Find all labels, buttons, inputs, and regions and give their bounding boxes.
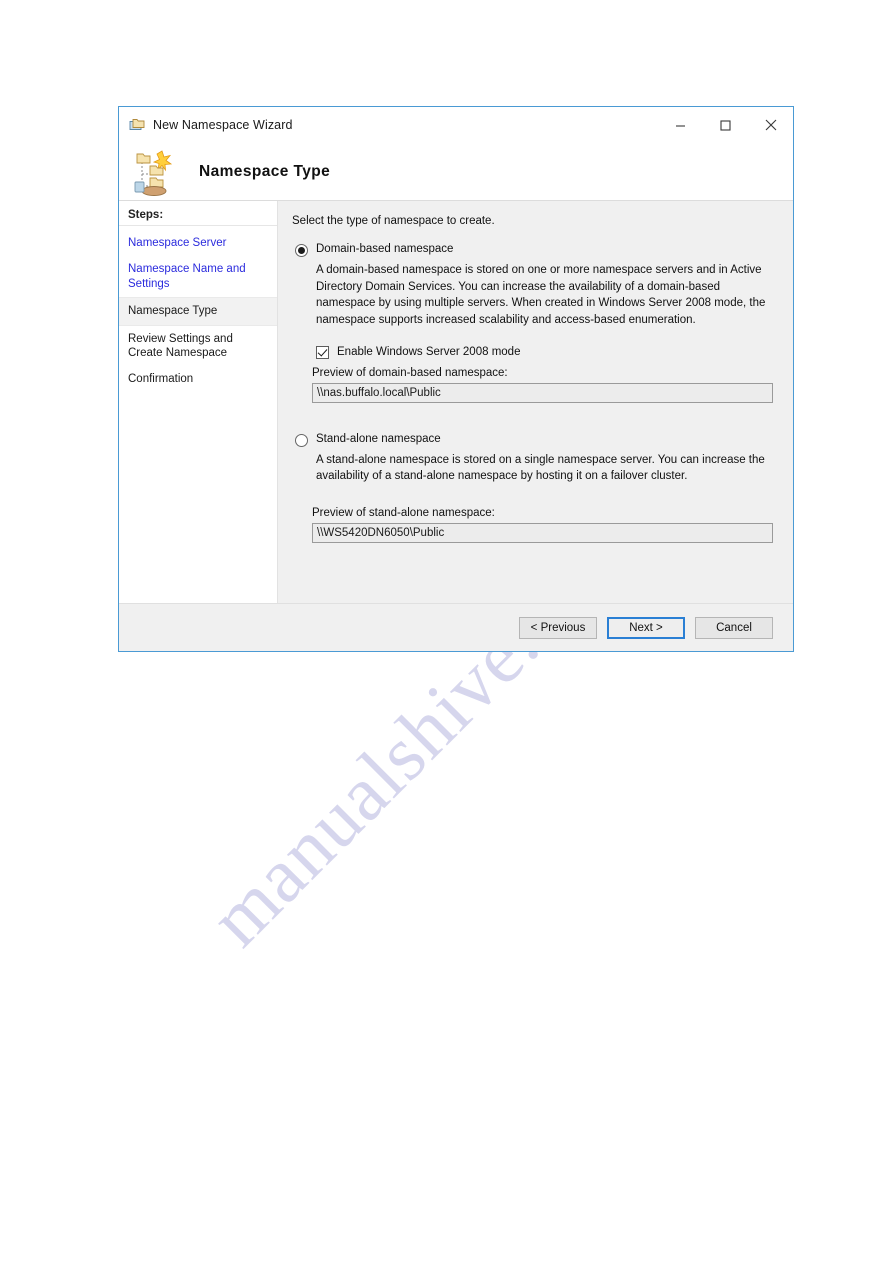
cancel-button[interactable]: Cancel: [695, 616, 773, 639]
steps-heading: Steps:: [119, 207, 277, 226]
close-icon[interactable]: [748, 107, 793, 143]
enable-2008-mode-label: Enable Windows Server 2008 mode: [337, 346, 521, 359]
wizard-header: Namespace Type: [119, 143, 793, 201]
new-namespace-wizard-window: New Namespace Wizard Namespace Type Step…: [118, 106, 794, 652]
sidebar-item-namespace-name-and-settings[interactable]: Namespace Name and Settings: [119, 256, 277, 297]
next-button[interactable]: Next >: [607, 616, 685, 639]
minimize-icon[interactable]: [658, 107, 703, 143]
stand-alone-namespace-label: Stand-alone namespace: [316, 432, 441, 445]
wizard-footer: < Previous Next > Cancel: [119, 603, 793, 651]
dfs-namespace-tree-icon: [133, 148, 177, 196]
wizard-content: Select the type of namespace to create. …: [278, 201, 793, 603]
sidebar-item-namespace-type[interactable]: Namespace Type: [119, 297, 277, 326]
enable-2008-mode-checkbox-row[interactable]: Enable Windows Server 2008 mode: [316, 345, 779, 359]
stand-alone-preview-label: Preview of stand-alone namespace:: [312, 507, 495, 520]
sidebar-item-review-settings: Review Settings and Create Namespace: [128, 332, 233, 359]
stand-alone-namespace-radio[interactable]: [295, 433, 308, 447]
stand-alone-preview-field: \\WS5420DN6050\Public: [312, 523, 773, 544]
previous-button[interactable]: < Previous: [519, 616, 597, 639]
domain-preview-label: Preview of domain-based namespace:: [312, 366, 508, 379]
stand-alone-namespace-description: A stand-alone namespace is stored on a s…: [316, 453, 765, 483]
wizard-body: Steps: Namespace Server Namespace Name a…: [119, 201, 793, 603]
sidebar-item-confirmation: Confirmation: [128, 373, 194, 386]
domain-based-namespace-label: Domain-based namespace: [316, 243, 454, 255]
enable-2008-mode-checkbox[interactable]: [316, 345, 329, 359]
window-titlebar: New Namespace Wizard: [119, 107, 793, 143]
domain-based-namespace-radio[interactable]: [295, 244, 308, 257]
steps-sidebar: Steps: Namespace Server Namespace Name a…: [119, 201, 278, 603]
page-title: Namespace Type: [199, 162, 331, 180]
sidebar-item-namespace-server[interactable]: Namespace Server: [119, 230, 277, 256]
intro-text: Select the type of namespace to create.: [292, 215, 495, 227]
maximize-icon[interactable]: [703, 107, 748, 143]
domain-based-namespace-radio-row[interactable]: Domain-based namespace: [292, 243, 779, 257]
namespace-wizard-icon: [129, 117, 145, 133]
window-controls: [658, 107, 793, 143]
domain-preview-field: \\nas.buffalo.local\Public: [312, 382, 773, 403]
domain-based-namespace-description: A domain-based namespace is stored on on…: [316, 264, 766, 327]
window-title: New Namespace Wizard: [153, 118, 293, 132]
stand-alone-namespace-radio-row[interactable]: Stand-alone namespace: [292, 433, 779, 447]
